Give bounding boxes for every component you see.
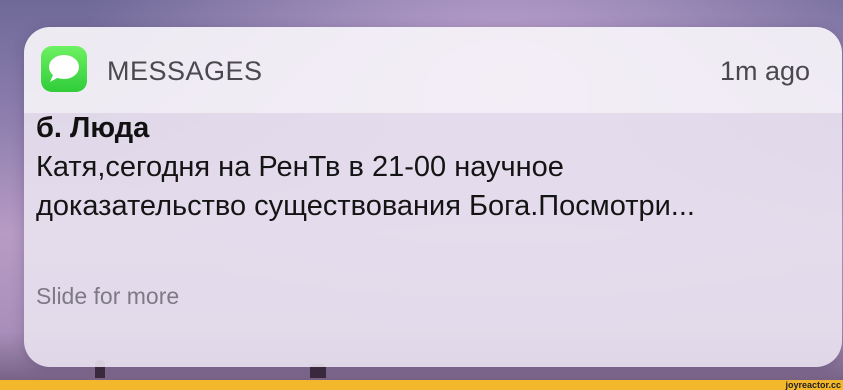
notification-header: MESSAGES 1m ago	[24, 27, 842, 113]
message-preview: Катя,сегодня на РенТв в 21-00 научное до…	[36, 151, 695, 222]
slide-for-more-hint: Slide for more	[36, 283, 180, 309]
watermark: joyreactor.cc	[783, 380, 843, 390]
sender-name: б. Люда	[36, 112, 150, 144]
app-name: MESSAGES	[107, 56, 263, 86]
notification-time: 1m ago	[719, 56, 810, 86]
speech-bubble-icon	[49, 55, 79, 82]
messages-app-icon	[41, 46, 87, 92]
bottom-bar	[0, 380, 843, 390]
